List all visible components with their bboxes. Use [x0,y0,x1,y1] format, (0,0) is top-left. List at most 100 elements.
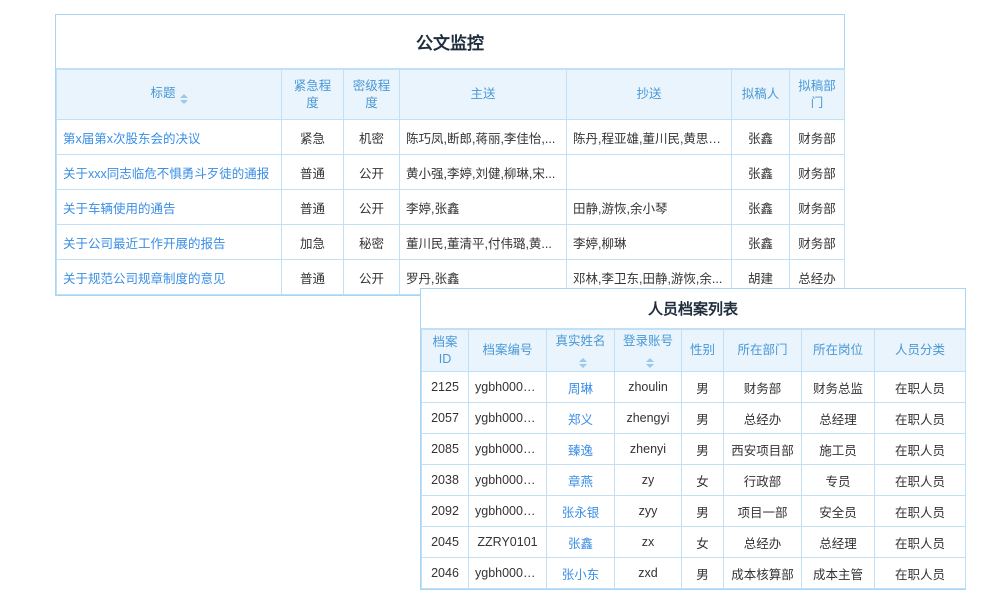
doc-col-urgency: 紧急程度 [282,70,344,120]
cell-login-account: zx [615,527,682,558]
col-login-account[interactable]: 登录账号 [615,330,682,372]
cell-main-recipient: 陈巧凤,断郎,蒋丽,李佳怡,... [400,120,567,155]
cell-archive-no: ygbh000111 [469,434,547,465]
cell-category: 在职人员 [875,527,966,558]
cell-cc: 陈丹,程亚雄,董川民,黄思璐... [567,120,732,155]
cell-gender: 男 [682,496,724,527]
doc-title-link[interactable]: 关于公司最近工作开展的报告 [57,225,282,260]
table-row: 第x届第x次股东会的决议 紧急 机密 陈巧凤,断郎,蒋丽,李佳怡,... 陈丹,… [57,120,845,155]
table-row: 2057 ygbh000068 郑义 zhengyi 男 总经办 总经理 在职人… [422,403,966,434]
cell-gender: 男 [682,558,724,589]
real-name-link[interactable]: 张鑫 [547,527,615,558]
doc-title-link[interactable]: 关于车辆使用的通告 [57,190,282,225]
cell-category: 在职人员 [875,372,966,403]
cell-position: 成本主管 [802,558,875,589]
cell-category: 在职人员 [875,496,966,527]
cell-main-recipient: 董川民,董清平,付伟璐,黄... [400,225,567,260]
col-archive-no: 档案编号 [469,330,547,372]
doc-col-secrecy: 密级程度 [344,70,400,120]
doc-col-title[interactable]: 标题 [57,70,282,120]
cell-category: 在职人员 [875,403,966,434]
cell-gender: 女 [682,527,724,558]
real-name-link[interactable]: 章燕 [547,465,615,496]
cell-urgency: 普通 [282,190,344,225]
col-real-name[interactable]: 真实姓名 [547,330,615,372]
doc-col-draft-dept: 拟稿部门 [790,70,845,120]
sort-desc-icon [579,364,587,368]
cell-category: 在职人员 [875,434,966,465]
real-name-link[interactable]: 郑义 [547,403,615,434]
cell-archive-id: 2125 [422,372,469,403]
sort-desc-icon [646,364,654,368]
cell-secrecy: 秘密 [344,225,400,260]
sort-icon[interactable] [646,358,654,368]
cell-login-account: zhoulin [615,372,682,403]
doc-monitor-panel: 公文监控 标题 紧急程度 密级程度 主送 抄送 拟稿人 拟稿部门 第x届第x次股… [55,14,845,296]
cell-position: 施工员 [802,434,875,465]
cell-archive-id: 2045 [422,527,469,558]
cell-drafter: 张鑫 [732,155,790,190]
doc-monitor-title: 公文监控 [56,15,844,69]
cell-secrecy: 公开 [344,260,400,295]
table-row: 2125 ygbh000070 周琳 zhoulin 男 财务部 财务总监 在职… [422,372,966,403]
cell-draft-dept: 财务部 [790,155,845,190]
table-row: 2045 ZZRY0101 张鑫 zx 女 总经办 总经理 在职人员 [422,527,966,558]
cell-archive-no: ZZRY0101 [469,527,547,558]
doc-header-row: 标题 紧急程度 密级程度 主送 抄送 拟稿人 拟稿部门 [57,70,845,120]
col-department: 所在部门 [724,330,802,372]
doc-col-drafter: 拟稿人 [732,70,790,120]
cell-position: 总经理 [802,527,875,558]
cell-position: 财务总监 [802,372,875,403]
cell-position: 专员 [802,465,875,496]
real-name-link[interactable]: 周琳 [547,372,615,403]
cell-archive-no: ygbh000038 [469,465,547,496]
sort-icon[interactable] [180,94,188,104]
cell-archive-no: ygbh000068 [469,403,547,434]
cell-gender: 男 [682,434,724,465]
cell-department: 成本核算部 [724,558,802,589]
sort-desc-icon [180,100,188,104]
cell-position: 总经理 [802,403,875,434]
table-row: 2046 ygbh000050 张小东 zxd 男 成本核算部 成本主管 在职人… [422,558,966,589]
doc-title-link[interactable]: 关于规范公司规章制度的意见 [57,260,282,295]
real-name-link[interactable]: 张小东 [547,558,615,589]
sort-asc-icon [180,94,188,98]
cell-category: 在职人员 [875,465,966,496]
cell-gender: 男 [682,372,724,403]
cell-urgency: 普通 [282,155,344,190]
cell-department: 西安项目部 [724,434,802,465]
col-position: 所在岗位 [802,330,875,372]
cell-department: 项目一部 [724,496,802,527]
cell-archive-id: 2046 [422,558,469,589]
personnel-archive-title: 人员档案列表 [421,289,965,329]
doc-title-link[interactable]: 关于xxx同志临危不惧勇斗歹徒的通报 [57,155,282,190]
col-gender: 性别 [682,330,724,372]
cell-main-recipient: 李婷,张鑫 [400,190,567,225]
page: { "colors": { "accent": "#3a8ee6", "head… [0,0,1000,600]
cell-login-account: zhengyi [615,403,682,434]
doc-title-link[interactable]: 第x届第x次股东会的决议 [57,120,282,155]
cell-secrecy: 公开 [344,155,400,190]
cell-gender: 女 [682,465,724,496]
sort-icon[interactable] [579,358,587,368]
cell-login-account: zhenyi [615,434,682,465]
cell-login-account: zy [615,465,682,496]
cell-category: 在职人员 [875,558,966,589]
cell-department: 财务部 [724,372,802,403]
col-archive-id: 档案ID [422,330,469,372]
table-row: 2085 ygbh000111 臻逸 zhenyi 男 西安项目部 施工员 在职… [422,434,966,465]
table-row: 关于公司最近工作开展的报告 加急 秘密 董川民,董清平,付伟璐,黄... 李婷,… [57,225,845,260]
real-name-link[interactable]: 臻逸 [547,434,615,465]
real-name-link[interactable]: 张永银 [547,496,615,527]
cell-cc: 田静,游恢,余小琴 [567,190,732,225]
doc-col-cc: 抄送 [567,70,732,120]
sort-asc-icon [646,358,654,362]
table-row: 2038 ygbh000038 章燕 zy 女 行政部 专员 在职人员 [422,465,966,496]
cell-urgency: 紧急 [282,120,344,155]
table-row: 关于车辆使用的通告 普通 公开 李婷,张鑫 田静,游恢,余小琴 张鑫 财务部 [57,190,845,225]
personnel-archive-table: 档案ID 档案编号 真实姓名 登录账号 性别 所在部门 所在岗位 人员分类 21… [421,329,966,589]
cell-archive-no: ygbh000070 [469,372,547,403]
cell-department: 总经办 [724,403,802,434]
cell-cc: 李婷,柳琳 [567,225,732,260]
personnel-archive-panel: 人员档案列表 档案ID 档案编号 真实姓名 登录账号 性别 所在部门 所在岗位 … [420,288,966,590]
